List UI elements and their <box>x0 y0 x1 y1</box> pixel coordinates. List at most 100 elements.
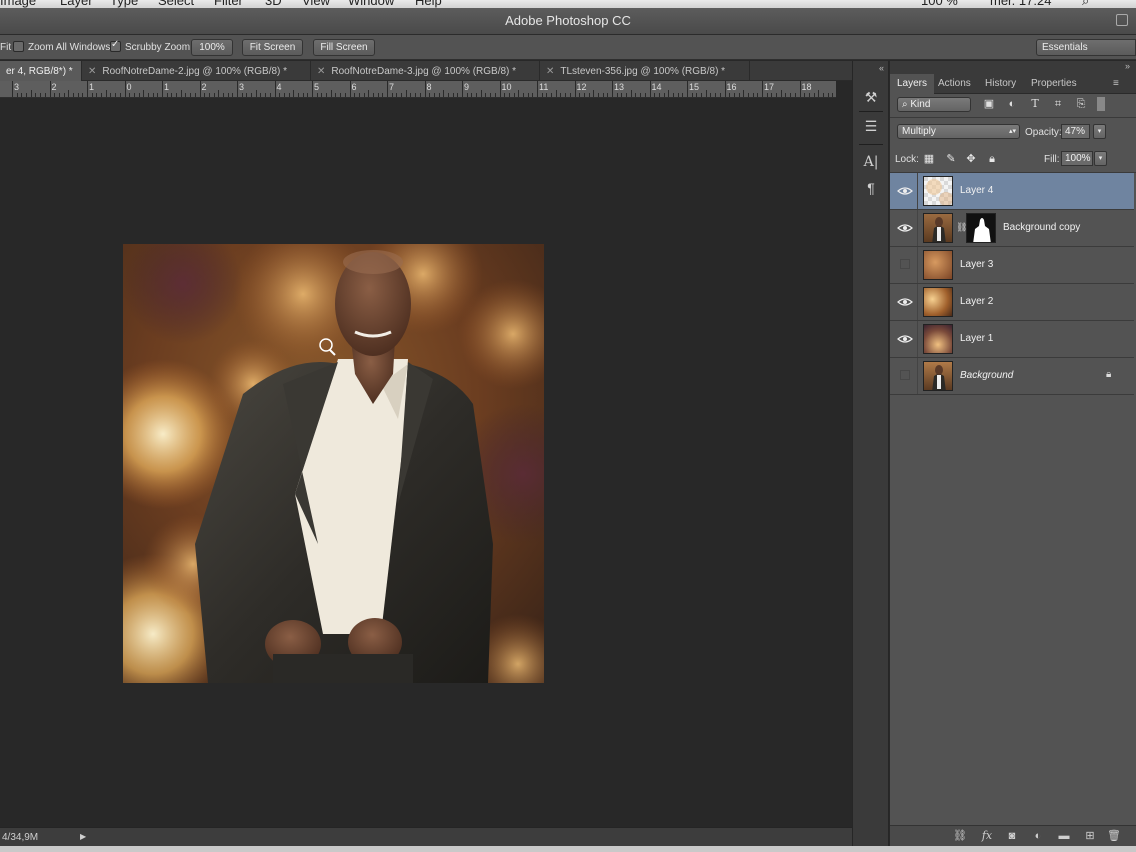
canvas-area[interactable] <box>0 98 836 827</box>
menu-type[interactable]: Type <box>110 0 138 8</box>
visibility-eye-icon[interactable] <box>897 184 913 198</box>
close-icon[interactable]: ✕ <box>317 66 325 77</box>
ruler-label: 1 <box>89 82 95 92</box>
tab-layers[interactable]: Layers <box>890 74 935 94</box>
ruler-major-tick <box>312 81 313 97</box>
horizontal-ruler[interactable]: 3 2 1 0 1 2 3 4 5 6 7 8 9 10 11 12 13 14 15 16 17 18 <box>0 81 836 98</box>
add-mask-icon[interactable]: ◙ <box>1004 829 1020 843</box>
layer-style-fx-icon[interactable]: fx <box>979 829 995 843</box>
fill-dropdown-icon[interactable]: ▾ <box>1094 151 1107 166</box>
fill-input[interactable]: 100% <box>1061 151 1093 166</box>
document-image[interactable] <box>123 244 544 683</box>
tab-actions[interactable]: Actions <box>931 74 978 94</box>
adjustments-icon[interactable]: ☰ <box>859 115 883 137</box>
ruler-minor-tick <box>593 90 595 97</box>
panel-menu-icon[interactable]: ≡ <box>1106 74 1126 94</box>
menu-layer[interactable]: Layer <box>60 0 93 8</box>
visibility-toggle[interactable] <box>900 370 910 380</box>
filter-toggle-icon[interactable] <box>1097 97 1105 111</box>
title-bar: Adobe Photoshop CC <box>0 8 1136 35</box>
lock-all-icon[interactable]: 🔒︎ <box>985 152 999 166</box>
status-menu-arrow-icon[interactable]: ▶ <box>80 832 86 841</box>
blend-mode-value: Multiply <box>902 126 936 137</box>
workspace-dropdown[interactable]: Essentials <box>1036 39 1136 56</box>
lock-transparent-icon[interactable]: ▦ <box>922 152 936 166</box>
opacity-input[interactable]: 47% <box>1061 124 1090 139</box>
ruler-minor-tick <box>307 93 309 97</box>
ruler-minor-tick <box>354 93 356 97</box>
type-filter-icon[interactable]: T <box>1028 97 1042 111</box>
scrubby-zoom-checkbox[interactable] <box>110 39 121 52</box>
collapse-panel-icon[interactable]: » <box>1125 61 1130 71</box>
tab-properties[interactable]: Properties <box>1024 74 1084 94</box>
visibility-eye-icon[interactable] <box>897 221 913 235</box>
layer-row-layer-4[interactable]: Layer 4 <box>890 173 1134 210</box>
ruler-minor-tick <box>119 93 121 97</box>
menu-help[interactable]: Help <box>415 0 442 8</box>
ruler-major-tick <box>274 81 276 97</box>
tab-tlsteven-356[interactable]: ✕ TLsteven-356.jpg @ 100% (RGB/8) * <box>540 61 750 81</box>
ruler-minor-tick <box>101 93 103 97</box>
ruler-minor-tick <box>96 93 98 97</box>
ruler-minor-tick <box>176 93 178 97</box>
spotlight-icon[interactable]: ⌕ <box>1082 0 1089 8</box>
ruler-major-tick <box>87 81 88 97</box>
menu-select[interactable]: Select <box>158 0 194 8</box>
opacity-dropdown-icon[interactable]: ▾ <box>1093 124 1106 139</box>
close-icon[interactable]: ✕ <box>546 66 554 77</box>
close-icon[interactable]: ✕ <box>88 66 96 77</box>
menu-3d[interactable]: 3D <box>265 0 282 8</box>
tab-roofnotredame-2[interactable]: ✕ RoofNotreDame-2.jpg @ 100% (RGB/8) * <box>82 61 311 81</box>
link-layers-icon[interactable]: ⛓ <box>952 829 968 843</box>
menu-image[interactable]: Image <box>0 0 36 8</box>
tab-label: RoofNotreDame-2.jpg @ 100% (RGB/8) * <box>102 66 288 77</box>
zoom-100-button[interactable]: 100% <box>191 39 233 56</box>
layer-row-layer-1[interactable]: Layer 1 <box>890 321 1134 358</box>
tool-presets-icon[interactable]: ⚒ <box>859 86 883 108</box>
menu-window[interactable]: Window <box>348 0 394 8</box>
layer-row-background[interactable]: Background 🔒︎ <box>890 358 1134 395</box>
new-adjustment-layer-icon[interactable]: ◐ <box>1030 829 1046 843</box>
divider <box>917 210 918 246</box>
lock-position-icon[interactable]: ✥ <box>964 152 978 166</box>
menu-filter[interactable]: Filter <box>214 0 243 8</box>
menu-view[interactable]: View <box>302 0 330 8</box>
ruler-minor-tick <box>415 93 417 97</box>
lock-pixels-icon[interactable]: ✎ <box>944 152 958 166</box>
layer-row-layer-2[interactable]: Layer 2 <box>890 284 1134 321</box>
ruler-minor-tick <box>16 93 18 97</box>
fill-screen-button[interactable]: Fill Screen <box>313 39 375 56</box>
visibility-eye-icon[interactable] <box>897 332 913 346</box>
blend-mode-dropdown[interactable]: Multiply ▴▾ <box>897 124 1020 139</box>
adjustment-filter-icon[interactable]: ◐ <box>1005 97 1019 111</box>
new-layer-icon[interactable]: ⊞ <box>1082 829 1098 843</box>
paragraph-icon[interactable]: ¶ <box>859 177 883 199</box>
ruler-minor-tick <box>738 93 740 97</box>
smart-object-filter-icon[interactable]: ⎘ <box>1074 97 1088 111</box>
delete-layer-icon[interactable]: 🗑︎ <box>1106 829 1122 843</box>
visibility-eye-icon[interactable] <box>897 295 913 309</box>
ruler-minor-tick <box>766 93 768 97</box>
fullscreen-icon[interactable] <box>1116 14 1128 26</box>
ruler-minor-tick <box>30 90 32 97</box>
layer-thumbnail <box>923 176 953 206</box>
tab-current-document[interactable]: er 4, RGB/8*) * <box>0 61 82 81</box>
layer-name: Background <box>960 370 1014 381</box>
tab-history[interactable]: History <box>978 74 1023 94</box>
layer-row-background-copy[interactable]: ⛓ Background copy <box>890 210 1134 247</box>
fit-screen-button[interactable]: Fit Screen <box>242 39 303 56</box>
pixel-filter-icon[interactable]: ▣ <box>982 97 996 111</box>
ruler-minor-tick <box>654 93 656 97</box>
ruler-minor-tick <box>330 90 332 97</box>
shape-filter-icon[interactable]: ⌗ <box>1051 97 1065 111</box>
collapse-icon[interactable]: « <box>879 63 884 73</box>
tab-roofnotredame-3[interactable]: ✕ RoofNotreDame-3.jpg @ 100% (RGB/8) * <box>311 61 540 81</box>
visibility-toggle[interactable] <box>900 259 910 269</box>
battery-status: 100 % <box>921 0 958 8</box>
layer-mask-thumbnail[interactable] <box>966 213 996 243</box>
character-icon[interactable]: A| <box>859 151 883 173</box>
new-group-icon[interactable]: ▬ <box>1056 829 1072 843</box>
layer-row-layer-3[interactable]: Layer 3 <box>890 247 1134 284</box>
filter-kind-dropdown[interactable]: ⌕ Kind <box>897 97 971 112</box>
zoom-all-windows-checkbox[interactable] <box>13 41 24 52</box>
